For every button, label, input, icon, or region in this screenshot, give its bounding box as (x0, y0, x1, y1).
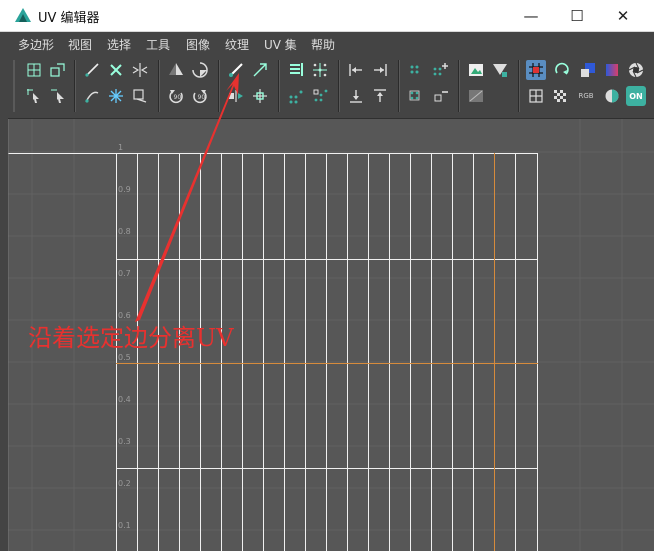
annotation-text: 沿着选定边分离UV (28, 318, 234, 353)
toolbar-separator (218, 60, 220, 112)
tick-label: 0.9 (118, 185, 131, 194)
menu-texture[interactable]: 纹理 (225, 36, 249, 53)
checker-icon[interactable] (550, 86, 570, 106)
square-gradient-icon[interactable] (602, 60, 622, 80)
rotate-loop-icon[interactable] (552, 60, 572, 80)
stack-icon[interactable] (310, 86, 330, 106)
flip-v-icon[interactable] (190, 60, 210, 80)
dots-small-icon[interactable] (406, 86, 426, 106)
maya-app-icon (14, 7, 32, 24)
toolbar-separator (338, 60, 340, 112)
align-left-icon[interactable] (346, 60, 366, 80)
centroid-icon[interactable] (310, 60, 330, 80)
toolbar-separator (278, 60, 280, 112)
align-down-icon[interactable] (346, 86, 366, 106)
tick-label: 1 (118, 143, 123, 152)
move-edge-icon[interactable] (226, 86, 246, 106)
rotate-cw-icon[interactable]: 90 (190, 86, 210, 106)
grid-square-icon[interactable] (526, 86, 546, 106)
menu-polygon[interactable]: 多边形 (18, 36, 54, 53)
minimize-button[interactable]: — (508, 0, 554, 31)
minus-icon[interactable] (430, 86, 450, 106)
rgb-icon[interactable]: RGB (576, 86, 596, 106)
distribute-icon[interactable] (286, 86, 306, 106)
close-button[interactable]: ✕ (600, 0, 646, 31)
rotate-ccw-icon[interactable]: 90 (166, 86, 186, 106)
dots-grid-icon[interactable] (406, 60, 426, 80)
align-rows-icon[interactable] (286, 60, 306, 80)
toolbar-separator (398, 60, 400, 112)
tick-label: 0.2 (118, 479, 131, 488)
svg-text:90: 90 (198, 94, 206, 101)
tick-label: 0.5 (118, 353, 131, 362)
maximize-button[interactable]: ☐ (554, 0, 600, 31)
grid-select-icon[interactable] (24, 60, 44, 80)
align-up-icon[interactable] (370, 86, 390, 106)
flip-u-icon[interactable] (166, 60, 186, 80)
on-label: ON (629, 92, 643, 101)
menu-uv-set[interactable]: UV 集 (264, 36, 297, 53)
tick-label: 0.8 (118, 227, 131, 236)
menu-select[interactable]: 选择 (107, 36, 131, 53)
svg-text:90: 90 (174, 94, 182, 101)
menu-tools[interactable]: 工具 (146, 36, 170, 53)
dots-plus-icon[interactable] (430, 60, 450, 80)
select-arrow-icon[interactable] (24, 86, 44, 106)
square-blue-icon[interactable] (578, 60, 598, 80)
toolbar-separator (458, 60, 460, 112)
menu-bar: 多边形 视图 选择 工具 图像 纹理 UV 集 帮助 (0, 32, 654, 54)
tick-label: 0.3 (118, 437, 131, 446)
menu-view[interactable]: 视图 (68, 36, 92, 53)
toolbar: 90 90 RGB ON (0, 54, 654, 118)
checker-filter-icon[interactable] (490, 60, 510, 80)
toolbar-separator (158, 60, 160, 112)
cross-x-icon[interactable] (106, 60, 126, 80)
menu-help[interactable]: 帮助 (311, 36, 335, 53)
window-title: UV 编辑器 (38, 7, 100, 26)
toolbar-separator (518, 60, 520, 112)
texture-dim-icon[interactable] (466, 86, 486, 106)
pan-icon[interactable] (526, 60, 546, 80)
cut-sew-icon[interactable] (226, 60, 246, 80)
title-bar: UV 编辑器 — ☐ ✕ (0, 0, 654, 32)
tick-label: 0.1 (118, 521, 131, 530)
rgb-label: RGB (578, 92, 593, 100)
scale-arrow-icon[interactable] (250, 60, 270, 80)
sphere-icon[interactable] (602, 86, 622, 106)
aperture-icon[interactable] (626, 60, 646, 80)
snowflake-icon[interactable] (106, 86, 126, 106)
toolbar-grip[interactable] (13, 60, 15, 112)
tick-label: 0.7 (118, 269, 131, 278)
toolbar-separator (74, 60, 76, 112)
layout-icon[interactable] (130, 86, 150, 106)
menu-image[interactable]: 图像 (186, 36, 210, 53)
cut-icon[interactable] (82, 60, 102, 80)
select-arrow-alt-icon[interactable] (48, 86, 68, 106)
expand-icon[interactable] (48, 60, 68, 80)
arrows-merge-icon[interactable] (130, 60, 150, 80)
snap-together-icon[interactable] (250, 86, 270, 106)
tick-label: 0.4 (118, 395, 131, 404)
align-right-icon[interactable] (370, 60, 390, 80)
unfold-icon[interactable] (82, 86, 102, 106)
on-icon[interactable]: ON (626, 86, 646, 106)
image-icon[interactable] (466, 60, 486, 80)
